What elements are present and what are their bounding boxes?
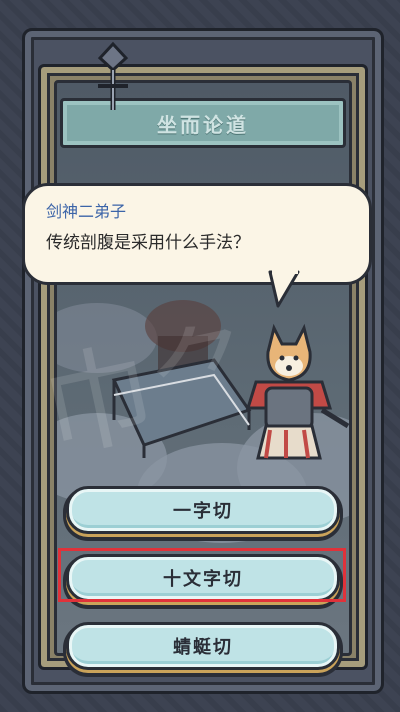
dialog-bubble-tail (268, 270, 300, 308)
answer-highlight-box (58, 548, 346, 602)
sword-emblem-icon (97, 41, 129, 110)
samurai-dog-icon (245, 323, 350, 460)
question-text: 传统剖腹是采用什么手法？ (46, 233, 250, 253)
answer-button-1[interactable]: 一字切 (66, 486, 340, 534)
speaker-name: 剑神二弟子 (46, 202, 127, 221)
page-title: 坐而论道 (157, 112, 249, 137)
answer-button-3[interactable]: 蜻蜓切 (66, 622, 340, 670)
